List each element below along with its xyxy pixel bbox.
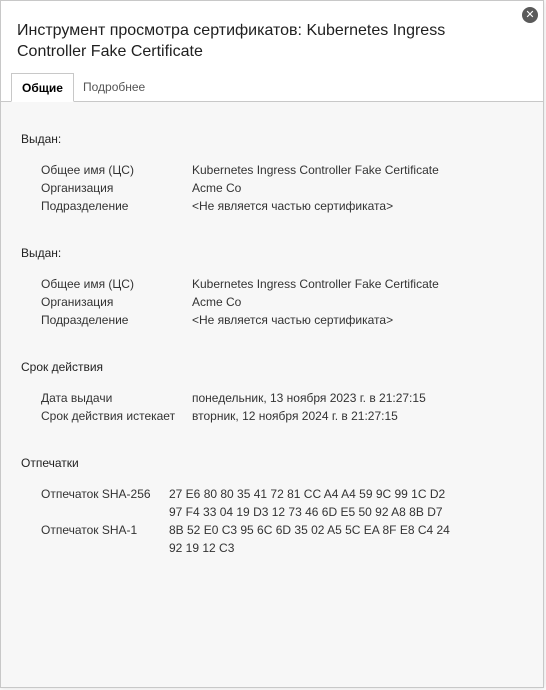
fingerprints-heading: Отпечатки <box>21 456 79 470</box>
sha1-value-line-1: 8B 52 E0 C3 95 6C 6D 35 02 A5 5C EA 8F E… <box>169 523 450 537</box>
issued-date-value: понедельник, 13 ноября 2023 г. в 21:27:1… <box>192 391 426 405</box>
issued-to-heading: Выдан: <box>21 132 62 146</box>
certificate-viewer-dialog: Инструмент просмотра сертификатов: Kuber… <box>0 0 544 688</box>
issued-by-ou-label: Подразделение <box>41 313 129 327</box>
issued-to-cn-label: Общее имя (ЦС) <box>41 163 134 177</box>
tab-general[interactable]: Общие <box>11 73 74 102</box>
sha256-value-line-2: 97 F4 33 04 19 D3 12 73 46 6D E5 50 92 A… <box>169 505 443 519</box>
issued-to-cn-value: Kubernetes Ingress Controller Fake Certi… <box>192 163 439 177</box>
sha1-value-line-2: 92 19 12 C3 <box>169 541 235 555</box>
tab-bar: Общие Подробнее <box>1 73 543 102</box>
issued-by-org-label: Организация <box>41 295 114 309</box>
issued-date-label: Дата выдачи <box>41 391 113 405</box>
sha1-label: Отпечаток SHA-1 <box>41 523 138 537</box>
validity-heading: Срок действия <box>21 360 104 374</box>
dialog-title: Инструмент просмотра сертификатов: Kuber… <box>17 22 446 60</box>
expiry-date-value: вторник, 12 ноября 2024 г. в 21:27:15 <box>192 409 398 423</box>
issued-to-ou-label: Подразделение <box>41 199 129 213</box>
issued-to-org-label: Организация <box>41 181 114 195</box>
tab-details[interactable]: Подробнее <box>73 73 155 100</box>
general-tab-content: Выдан: Общее имя (ЦС) Kubernetes Ingress… <box>1 102 543 687</box>
expiry-date-label: Срок действия истекает <box>41 409 176 423</box>
issued-to-ou-value: <Не является частью сертификата> <box>192 199 394 213</box>
issued-to-org-value: Acme Co <box>192 181 242 195</box>
close-icon[interactable]: ✕ <box>522 7 538 23</box>
issued-by-cn-label: Общее имя (ЦС) <box>41 277 134 291</box>
sha256-value-line-1: 27 E6 80 80 35 41 72 81 CC A4 A4 59 9C 9… <box>169 487 446 501</box>
issued-by-org-value: Acme Co <box>192 295 242 309</box>
issued-by-heading: Выдан: <box>21 246 62 260</box>
sha256-label: Отпечаток SHA-256 <box>41 487 151 501</box>
issued-by-ou-value: <Не является частью сертификата> <box>192 313 394 327</box>
issued-by-cn-value: Kubernetes Ingress Controller Fake Certi… <box>192 277 439 291</box>
